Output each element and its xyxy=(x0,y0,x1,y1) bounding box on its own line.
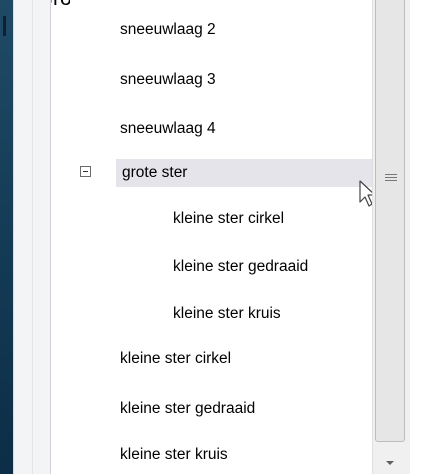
tree-item-label: kleine ster cirkel xyxy=(173,210,285,227)
scrollbar-thumb[interactable] xyxy=(375,0,405,442)
tree-item[interactable]: sneeuwlaag 2 xyxy=(70,16,372,44)
tree-item-label: sneeuwlaag 3 xyxy=(120,71,216,88)
tree-item-label: grote ster xyxy=(122,164,188,181)
side-panel-strip xyxy=(0,0,13,474)
tree-item[interactable]: kleine ster kruis xyxy=(70,441,372,469)
tree-item-label: kleine ster gedraaid xyxy=(173,258,309,275)
tree-item-label: sneeuwlaag 2 xyxy=(120,21,216,38)
tree-item[interactable]: kleine ster cirkel xyxy=(70,345,372,373)
tree-child-item[interactable]: kleine ster kruis xyxy=(70,300,372,328)
tree-item-label: kleine ster gedraaid xyxy=(120,400,256,417)
tree-item[interactable]: sneeuwlaag 3 xyxy=(70,66,372,94)
tree-item-label: kleine ster kruis xyxy=(120,446,228,463)
tree-item-selected[interactable]: grote ster xyxy=(116,159,372,187)
tree-child-item[interactable]: kleine ster cirkel xyxy=(70,205,372,233)
tree-item-label: kleine ster kruis xyxy=(173,305,281,322)
collapse-toggle-icon[interactable] xyxy=(80,166,91,177)
grip-lines-icon xyxy=(385,174,397,183)
vertical-scrollbar[interactable] xyxy=(372,0,410,474)
panel-notch xyxy=(3,16,6,36)
tree-item[interactable]: kleine ster gedraaid xyxy=(70,395,372,423)
pane-divider[interactable] xyxy=(13,0,51,474)
tree-item[interactable]: sneeuwlaag 4 xyxy=(70,115,372,143)
tree-child-item[interactable]: kleine ster gedraaid xyxy=(70,253,372,281)
chevron-down-icon[interactable] xyxy=(386,461,394,465)
tree-item-label: sneeuwlaag 4 xyxy=(120,120,216,137)
tree-item-label: kleine ster cirkel xyxy=(120,350,232,367)
layer-tree: sneeuwlaag 2 sneeuwlaag 3 sneeuwlaag 4 g… xyxy=(70,0,376,474)
window-edge xyxy=(410,0,425,474)
